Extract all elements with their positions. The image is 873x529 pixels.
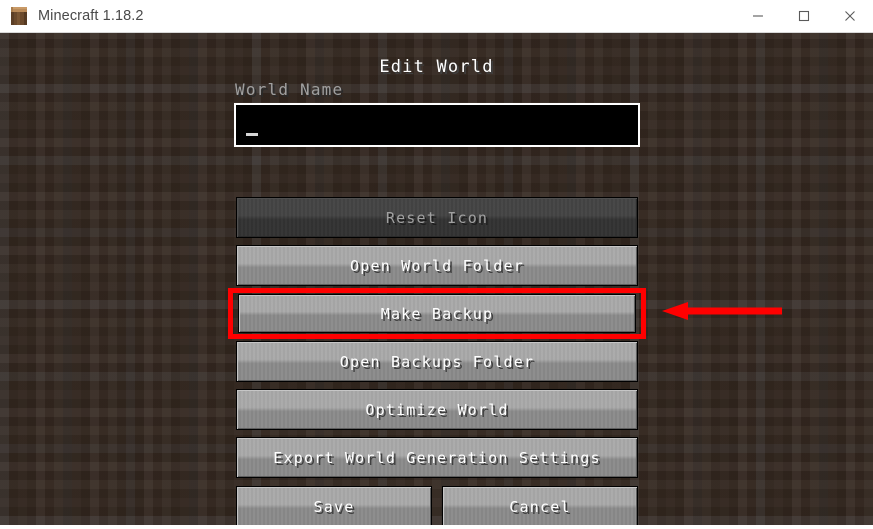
world-name-input[interactable] <box>234 103 640 147</box>
open-world-folder-button[interactable]: Open World Folder <box>236 245 638 286</box>
make-backup-button[interactable]: Make Backup <box>238 294 636 333</box>
text-cursor <box>246 133 258 136</box>
close-icon[interactable] <box>827 0 873 33</box>
window-title: Minecraft 1.18.2 <box>38 8 144 24</box>
window-titlebar: Minecraft 1.18.2 <box>0 0 873 33</box>
minecraft-edit-world-screen: Edit World World Name Reset Icon Open Wo… <box>0 33 873 525</box>
window-controls <box>735 0 873 33</box>
annotation-arrow-icon <box>662 302 782 320</box>
minimize-icon[interactable] <box>735 0 781 33</box>
maximize-icon[interactable] <box>781 0 827 33</box>
optimize-world-button[interactable]: Optimize World <box>236 389 638 430</box>
cancel-button[interactable]: Cancel <box>442 486 638 525</box>
world-name-label: World Name <box>235 80 344 99</box>
export-world-generation-settings-button[interactable]: Export World Generation Settings <box>236 437 638 478</box>
save-button[interactable]: Save <box>236 486 432 525</box>
minecraft-block-icon <box>8 5 30 27</box>
open-backups-folder-button[interactable]: Open Backups Folder <box>236 341 638 382</box>
page-title: Edit World <box>379 57 494 77</box>
app-window: Minecraft 1.18.2 Edit World World Name R… <box>0 0 873 529</box>
reset-icon-button: Reset Icon <box>236 197 638 238</box>
